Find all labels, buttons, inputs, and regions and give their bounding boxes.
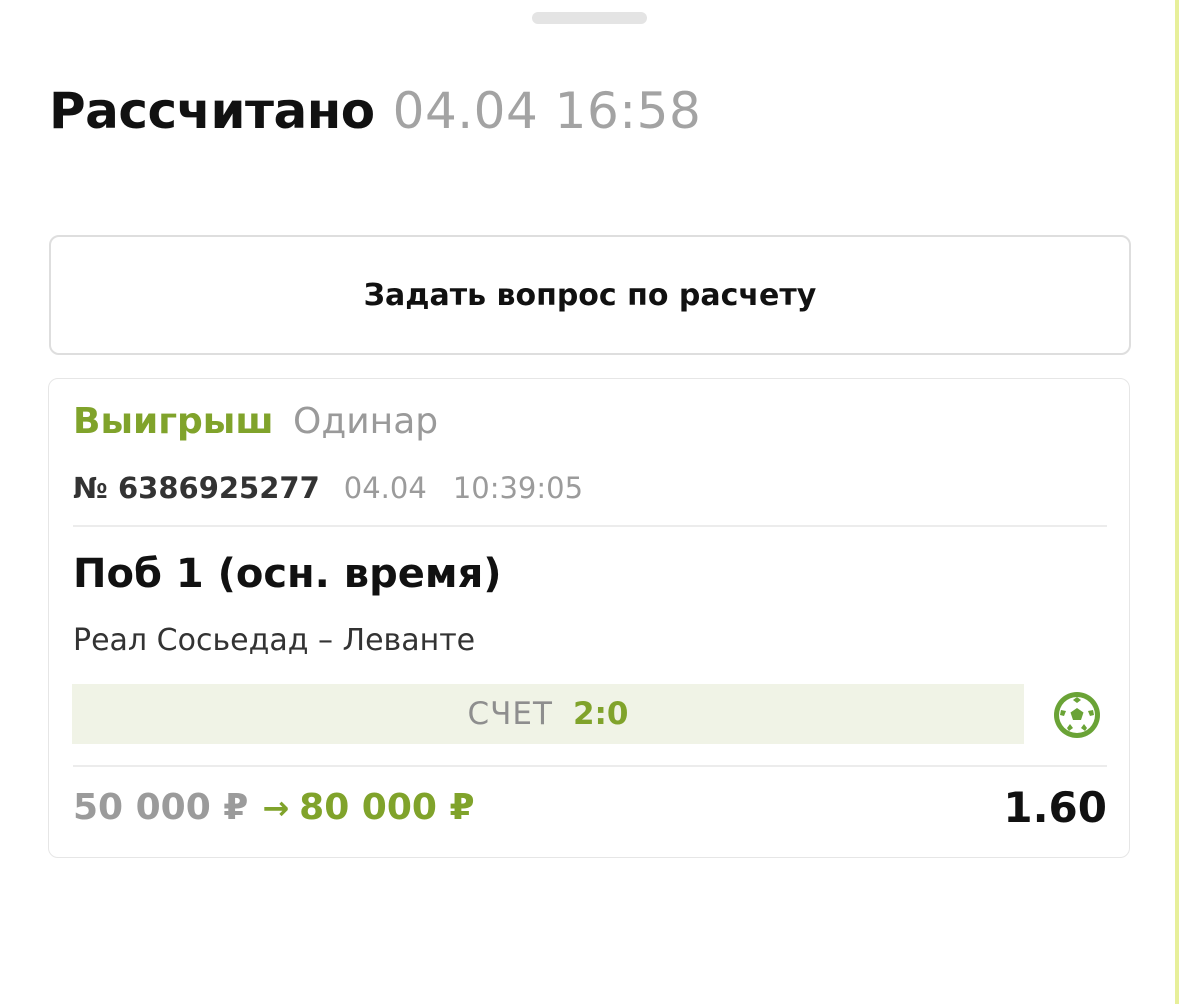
soccer-ball-icon: [1053, 691, 1101, 739]
score-label: СЧЕТ: [467, 696, 553, 732]
score-value: 2:0: [572, 696, 629, 732]
bet-card: Выигрыш Одинар № 6386925277 04.04 10:39:…: [48, 378, 1130, 858]
bottom-sheet: Рассчитано 04.04 16:58 Задать вопрос по …: [0, 0, 1175, 1004]
ask-question-label: Задать вопрос по расчету: [363, 277, 817, 313]
side-edge: [1175, 0, 1179, 1004]
stake-amount: 50 000 ₽: [73, 787, 249, 828]
score-bar: СЧЕТ 2:0: [72, 684, 1024, 744]
divider: [73, 765, 1107, 767]
bet-type-row: Выигрыш Одинар: [73, 401, 438, 442]
bet-odds: 1.60: [1003, 783, 1107, 832]
bet-kind: Одинар: [293, 401, 439, 442]
divider: [73, 525, 1107, 527]
page-header: Рассчитано 04.04 16:58: [49, 82, 701, 146]
arrow-right-icon: →: [262, 788, 290, 827]
event-name: Реал Сосьедад – Леванте: [73, 623, 476, 658]
amounts-row: 50 000 ₽ → 80 000 ₽: [73, 787, 475, 828]
settlement-time: 04.04 16:58: [392, 82, 702, 140]
bet-number: № 6386925277: [73, 471, 320, 505]
sheet-grabber-handle[interactable]: [532, 12, 647, 24]
bet-time: 10:39:05: [452, 471, 584, 505]
bet-selection: Поб 1 (осн. время): [73, 551, 502, 597]
bet-date: 04.04: [343, 471, 427, 505]
settlement-status: Рассчитано: [49, 82, 375, 140]
payout-amount: 80 000 ₽: [299, 787, 475, 828]
bet-id-row: № 6386925277 04.04 10:39:05: [73, 471, 583, 505]
ask-question-button[interactable]: Задать вопрос по расчету: [49, 235, 1131, 355]
bet-result: Выигрыш: [73, 401, 274, 442]
